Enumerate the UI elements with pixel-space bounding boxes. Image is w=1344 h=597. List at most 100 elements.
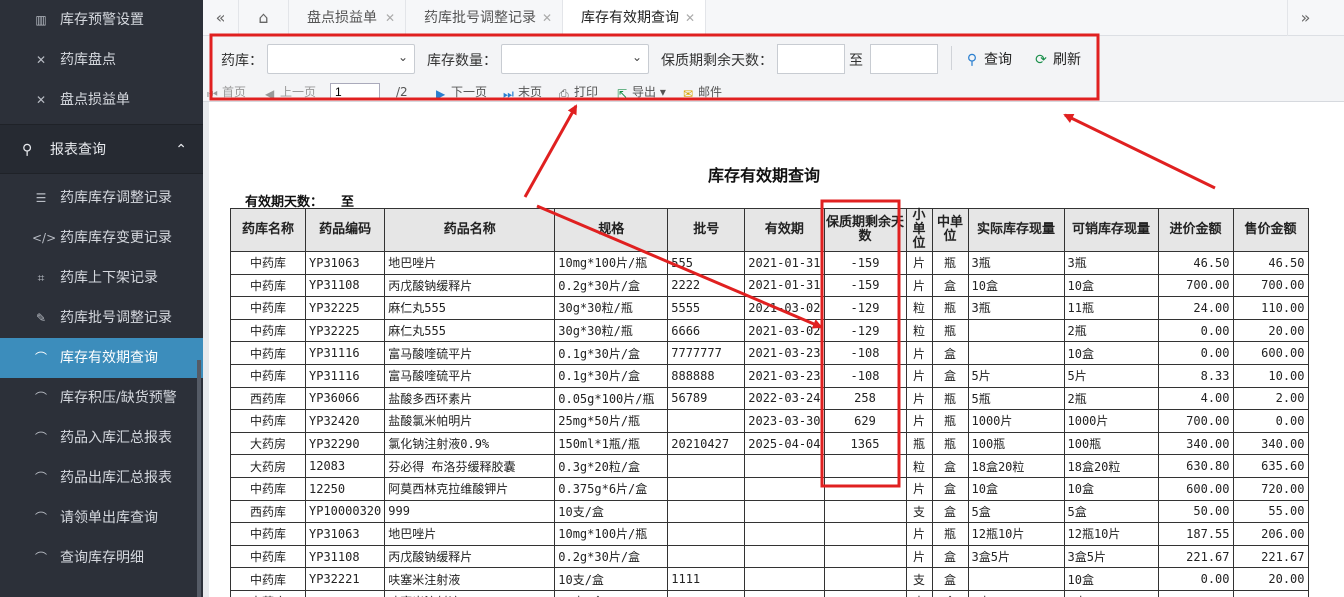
table-cell: 0.1g*30片/盒 xyxy=(554,341,669,365)
table-cell: 12083 xyxy=(304,454,386,478)
sidebar-item-9[interactable]: ⌒ 请领单出库查询 xyxy=(0,498,203,538)
table-cell: 丙戊酸钠缓释片 xyxy=(384,273,556,298)
refresh-button[interactable]: ⟳ 刷新 xyxy=(1033,49,1081,69)
tab-count-profit-loss[interactable]: 盘点损益单 ✕ xyxy=(289,0,406,36)
table-cell: 中药库 xyxy=(230,409,306,433)
table-cell: 555 xyxy=(667,251,746,275)
sidebar-group-report-query[interactable]: ⚲ 报表查询 ⌃ xyxy=(0,124,203,174)
table-cell xyxy=(744,544,825,569)
table-cell: 瓶 xyxy=(905,431,933,456)
sidebar-item-4[interactable]: ✎ 药库批号调整记录 xyxy=(0,298,203,338)
table-cell: 630.80 xyxy=(1157,454,1234,478)
table-cell xyxy=(667,522,746,546)
sidebar-item-label: 药库盘点 xyxy=(60,52,116,68)
table-cell: 富马酸喹硫平片 xyxy=(384,363,556,388)
edit-doc-icon: ✎ xyxy=(35,311,47,325)
sidebar-item-stock-alert-settings[interactable]: ▥ 库存预警设置 xyxy=(0,0,203,40)
table-cell: 10mg*100片/瓶 xyxy=(554,251,669,275)
sidebar-item-inventory-count[interactable]: ✕ 药库盘点 xyxy=(0,40,203,80)
column-header: 小单位 xyxy=(905,208,933,252)
tab-scroll-left-button[interactable]: « xyxy=(203,0,239,36)
tools-icon: ✕ xyxy=(35,93,47,107)
days-to-input[interactable] xyxy=(870,44,938,74)
first-page-button[interactable]: ⏮ 首页 xyxy=(207,84,246,101)
table-cell: YP31063 xyxy=(304,522,386,546)
next-page-button[interactable]: ▶ 下一页 xyxy=(436,84,488,101)
tab-batch-adjust-record[interactable]: 药库批号调整记录 ✕ xyxy=(406,0,563,36)
days-from-input[interactable] xyxy=(777,44,845,74)
print-label: 打印 xyxy=(574,85,599,99)
sidebar-item-7[interactable]: ⌒ 药品入库汇总报表 xyxy=(0,418,203,458)
export-button[interactable]: ⇱ 导出 ▾ xyxy=(617,84,666,101)
sidebar-item-10[interactable]: ⌒ 查询库存明细 xyxy=(0,538,203,578)
table-row: 西药库 YP36066 盐酸多西环素片 0.05g*100片/瓶 56789 2022-0… xyxy=(230,386,1309,411)
table-cell: 丙戊酸钠缓释片 xyxy=(384,544,556,569)
close-icon[interactable]: ✕ xyxy=(385,0,395,36)
print-button[interactable]: ⎙ 打印 xyxy=(559,84,599,101)
table-cell: 10支/盒 xyxy=(554,589,669,597)
table-cell: 10支/盒 xyxy=(554,499,669,524)
chevron-down-icon: ⌄ xyxy=(631,50,642,64)
table-cell: 瓶 xyxy=(931,296,969,320)
next-page-label: 下一页 xyxy=(451,85,488,99)
table-cell: 3瓶 xyxy=(967,296,1065,320)
table-cell: -159 xyxy=(823,251,907,275)
sidebar-item-1[interactable]: ☰ 药库库存调整记录 xyxy=(0,178,203,218)
double-chevron-right-icon: » xyxy=(1300,8,1311,27)
prev-arrow-icon: ◀ xyxy=(265,87,275,101)
table-cell: 粒 xyxy=(905,318,933,343)
page-number-input[interactable] xyxy=(330,83,380,100)
close-icon[interactable]: ✕ xyxy=(542,0,552,36)
sidebar-scrollbar[interactable] xyxy=(197,360,201,597)
sidebar-item-3[interactable]: ⌗ 药库上下架记录 xyxy=(0,258,203,298)
table-cell xyxy=(667,476,746,501)
sidebar-item-count-profit-loss[interactable]: ✕ 盘点损益单 xyxy=(0,80,203,120)
table-row: 中药库 YP32221 呋塞米注射液 10支/盒 1111 支盒 10盒 0.00 20.00 xyxy=(230,567,1309,591)
table-cell: 100瓶 xyxy=(1063,431,1159,456)
table-cell: 150ml*1瓶/瓶 xyxy=(554,431,669,456)
table-cell: 258 xyxy=(823,386,907,411)
tab-stock-expiry-query[interactable]: 库存有效期查询 ✕ xyxy=(563,0,706,36)
table-cell: 2021-03-23 xyxy=(744,363,825,388)
column-header: 批号 xyxy=(667,208,746,252)
table-cell: 20.00 xyxy=(1232,567,1309,591)
tab-scroll-right-button[interactable]: » xyxy=(1287,0,1323,36)
table-cell: 中药库 xyxy=(230,589,306,597)
sidebar-item-label: 库存积压/缺货预警 xyxy=(60,390,177,406)
table-cell xyxy=(823,567,907,591)
sidebar-item-8[interactable]: ⌒ 药品出库汇总报表 xyxy=(0,458,203,498)
table-cell: YP10000320 xyxy=(304,499,386,524)
mail-button[interactable]: ✉ 邮件 xyxy=(683,84,723,101)
home-tab-button[interactable]: ⌂ xyxy=(239,0,289,36)
query-button[interactable]: ⚲ 查询 xyxy=(964,49,1012,69)
table-cell: 中药库 xyxy=(230,544,306,569)
table-cell xyxy=(744,454,825,478)
table-cell: 2025-04-04 xyxy=(744,431,825,456)
mail-label: 邮件 xyxy=(698,85,723,99)
sidebar-item-5[interactable]: ⌒ 库存有效期查询 xyxy=(0,338,203,378)
sidebar-item-2[interactable]: </> 药库库存变更记录 xyxy=(0,218,203,258)
sidebar-item-label: 药品入库汇总报表 xyxy=(60,430,172,446)
sidebar-item-label: 药库库存变更记录 xyxy=(60,230,172,246)
table-cell: 55.00 xyxy=(1232,499,1309,524)
last-page-button[interactable]: ⏭ 末页 xyxy=(503,84,542,101)
table-cell: 3瓶 xyxy=(967,251,1065,275)
table-cell: 2.00 xyxy=(1232,386,1309,411)
table-cell xyxy=(967,341,1065,365)
table-cell: 2瓶 xyxy=(1063,386,1159,411)
table-row: 中药库 YP31108 丙戊酸钠缓释片 0.2g*30片/盒 2222 2021-01-3… xyxy=(230,273,1309,298)
close-icon[interactable]: ✕ xyxy=(685,0,695,36)
table-cell xyxy=(823,589,907,597)
table-cell: 600.00 xyxy=(1157,476,1234,501)
prev-page-button[interactable]: ◀ 上一页 xyxy=(265,84,316,101)
table-cell: 5片 xyxy=(967,363,1065,388)
sidebar-item-6[interactable]: ⌒ 库存积压/缺货预警 xyxy=(0,378,203,418)
table-cell: 10.00 xyxy=(1232,363,1309,388)
table-row: 中药库 12250 阿莫西林克拉维酸钾片 0.375g*6片/盒片盒 10盒 10盒 600… xyxy=(230,476,1309,501)
table-cell xyxy=(823,499,907,524)
warehouse-select[interactable]: ⌄ xyxy=(267,44,415,74)
stock-qty-select[interactable]: ⌄ xyxy=(501,44,649,74)
table-cell: 呋塞米注射液 xyxy=(384,567,556,591)
table-cell xyxy=(744,499,825,524)
table-cell: YP32225 xyxy=(304,318,386,343)
